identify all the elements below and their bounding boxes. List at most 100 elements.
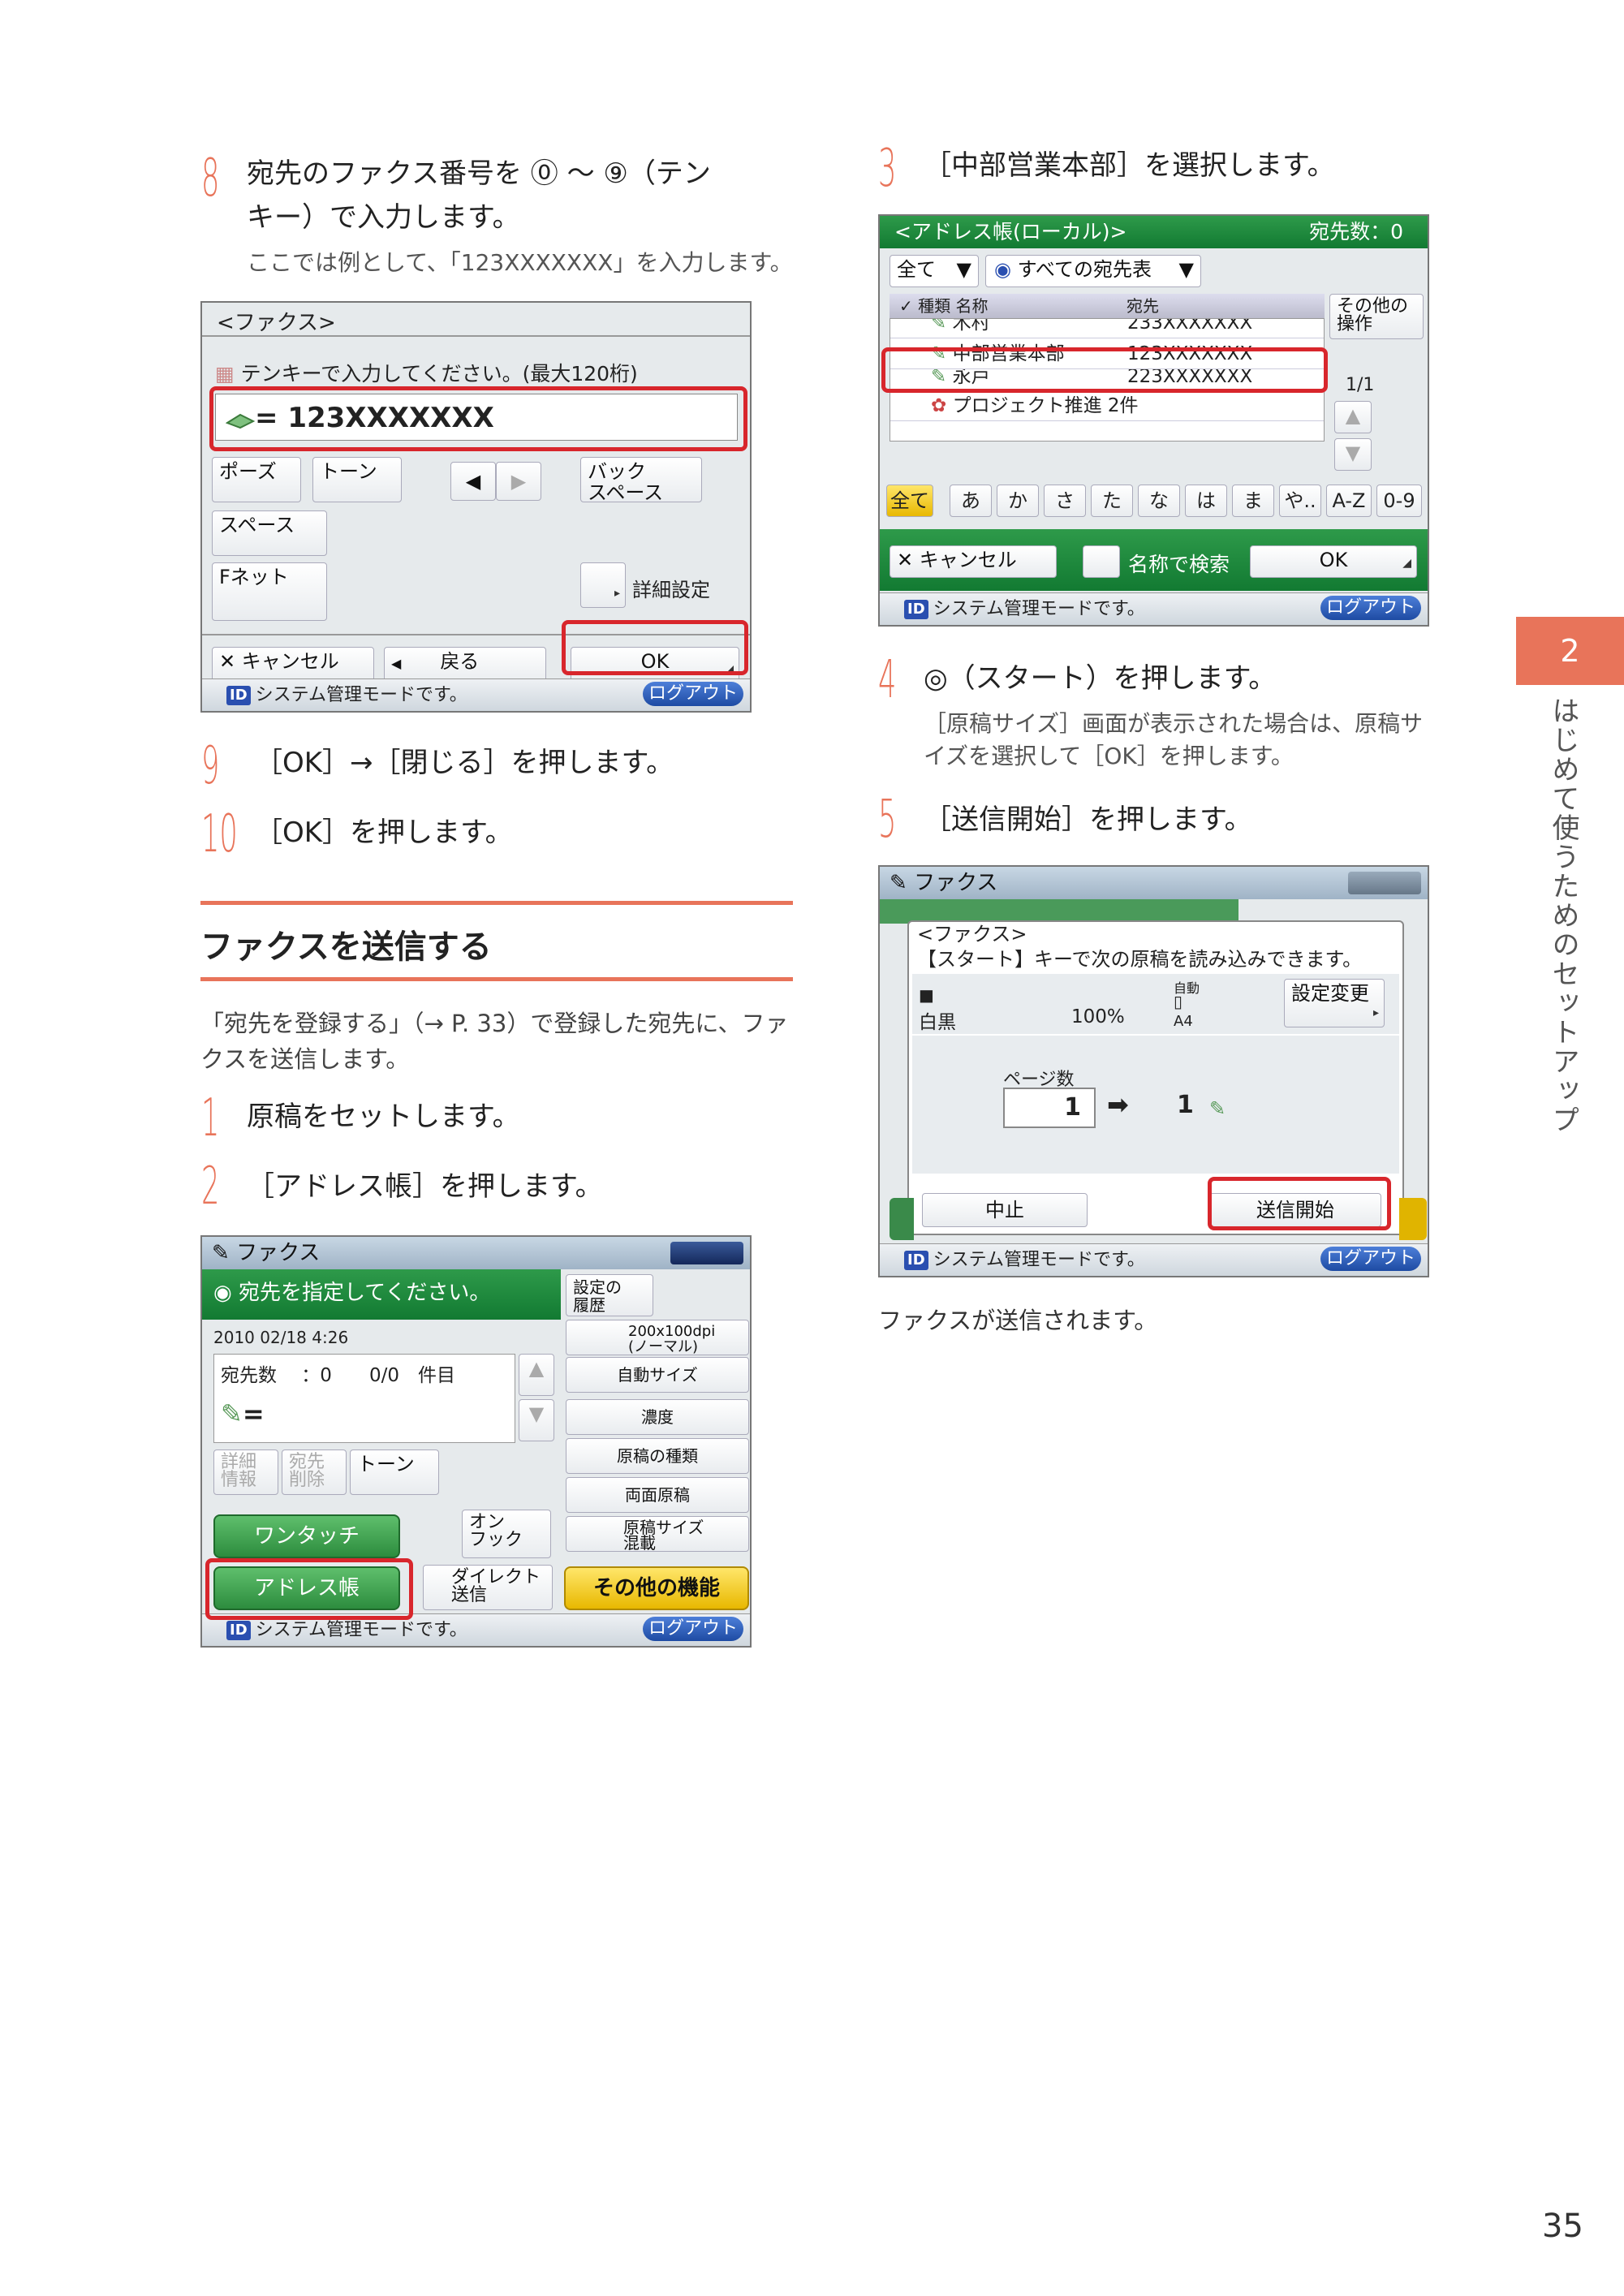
- triangle-down-icon: ▼: [1345, 442, 1361, 464]
- ok-button[interactable]: OK ◢: [1250, 545, 1417, 578]
- scroll-down-button[interactable]: ▼: [519, 1399, 554, 1441]
- step-4-text: ◎（スタート）を押します。: [924, 662, 1277, 695]
- logout-button[interactable]: ログアウト: [643, 1617, 743, 1641]
- paper-size: A4: [1174, 1013, 1193, 1030]
- cursor-right-button[interactable]: ▶: [496, 462, 541, 501]
- color-mode: 白黒: [919, 1012, 956, 1033]
- section-rule-top: [200, 901, 793, 905]
- dialog-message: 【スタート】キーで次の原稿を読み込みできます。: [917, 948, 1363, 971]
- backspace-button[interactable]: バック スペース: [580, 457, 702, 503]
- address-list-select[interactable]: ◉ すべての宛先表 ▼: [985, 255, 1201, 287]
- destination-count: 宛先数 ：0 0/0 件目: [221, 1365, 455, 1386]
- destination-field[interactable]: ✎=: [221, 1398, 265, 1429]
- chevron-down-icon: ▼: [1178, 258, 1194, 281]
- tone-button[interactable]: トーン: [312, 457, 402, 502]
- step-8-text-1: 宛先のファクス番号を ⓪ ～ ⑨（テン: [247, 157, 711, 190]
- highlight-number-field: [209, 386, 747, 451]
- search-by-name-checkbox[interactable]: [1083, 545, 1120, 578]
- screen-title: <ファクス>: [217, 311, 336, 335]
- detail-setting-label: 詳細設定: [632, 579, 710, 601]
- column-header: ✓ 種類 名称 宛先: [890, 294, 1325, 318]
- list-item[interactable]: ✎ 木村 233XXXXXXX: [890, 319, 1324, 338]
- id-icon: ID: [226, 686, 251, 705]
- triangle-down-icon: ▼: [528, 1402, 545, 1425]
- check-icon: ✓: [899, 296, 913, 316]
- section-rule-bottom: [200, 977, 793, 981]
- original-type-button[interactable]: 原稿の種類: [566, 1438, 749, 1474]
- step-9-number: 9: [201, 736, 220, 796]
- settings-history-button[interactable]: 設定の 履歴: [566, 1274, 653, 1316]
- duplex-original-button[interactable]: 両面原稿: [566, 1477, 749, 1513]
- job-status-icon[interactable]: [1348, 872, 1421, 894]
- cancel-button[interactable]: ✕ キャンセル: [890, 545, 1057, 578]
- highlight-address-book: [205, 1558, 413, 1620]
- step-9-text: ［OK］→［閉じる］を押します。: [255, 747, 674, 779]
- logout-button[interactable]: ログアウト: [1320, 596, 1421, 620]
- id-icon: ID: [904, 1251, 928, 1270]
- pages-scanned: 1: [1003, 1088, 1096, 1128]
- space-button[interactable]: スペース: [212, 510, 327, 556]
- page-indicator: 1/1: [1346, 375, 1375, 395]
- chevron-down-icon: ▼: [956, 258, 971, 281]
- index-key-09[interactable]: 0-9: [1376, 485, 1422, 517]
- index-key-ta[interactable]: た: [1091, 485, 1133, 517]
- arrow-left-icon: ◀: [465, 470, 481, 493]
- detail-setting-button[interactable]: ▸: [580, 562, 626, 608]
- index-key-sa[interactable]: さ: [1044, 485, 1086, 517]
- index-key-az[interactable]: A-Z: [1326, 485, 1372, 517]
- index-key-ya[interactable]: や..: [1279, 485, 1321, 517]
- mixed-size-button[interactable]: 原稿サイズ 混載: [566, 1516, 749, 1552]
- onhook-button[interactable]: オン フック: [462, 1510, 551, 1558]
- list-item[interactable]: ✿ プロジェクト推進 2件: [890, 390, 1324, 421]
- tone-button[interactable]: トーン: [350, 1450, 439, 1495]
- id-icon: ID: [904, 600, 928, 619]
- detail-info-button[interactable]: 詳細 情報: [213, 1450, 278, 1495]
- title-bar: ✎ ファクス: [880, 867, 1428, 899]
- paper-icon: ▯: [1174, 992, 1183, 1011]
- index-key-na[interactable]: な: [1138, 485, 1180, 517]
- index-key-ma[interactable]: ま: [1232, 485, 1274, 517]
- color-mode-icon: ■: [919, 985, 934, 1005]
- datetime: 2010 02/18 4:26: [213, 1328, 349, 1347]
- chapter-tab: 2: [1516, 617, 1624, 685]
- job-status-icon[interactable]: [670, 1242, 743, 1264]
- scroll-down-button[interactable]: ▼: [1334, 438, 1372, 471]
- auto-size-button[interactable]: 自動サイズ: [566, 1357, 749, 1393]
- info-icon: ◉: [213, 1281, 232, 1305]
- search-by-name-label: 名称で検索: [1128, 553, 1230, 576]
- stop-button[interactable]: 中止: [922, 1193, 1088, 1227]
- change-settings-button[interactable]: 設定変更 ▸: [1284, 979, 1385, 1027]
- onetouch-button[interactable]: ワンタッチ: [213, 1514, 400, 1558]
- address-book-screen: <アドレス帳(ローカル)> 宛先数：0 全て ▼ ◉ すべての宛先表 ▼ ✓ 種類 名…: [878, 214, 1429, 627]
- filter-select[interactable]: 全て ▼: [890, 255, 979, 287]
- index-key-a[interactable]: あ: [950, 485, 992, 517]
- scroll-up-button[interactable]: ▲: [1334, 401, 1372, 433]
- destination-count: 宛先数：0: [1309, 220, 1403, 243]
- index-key-all[interactable]: 全て: [886, 485, 933, 517]
- index-key-ka[interactable]: か: [997, 485, 1039, 517]
- resolution-button[interactable]: 200x100dpi (ノーマル): [566, 1320, 749, 1355]
- section-body-1: 「宛先を登録する」（→ P. 33）で登録した宛先に、ファ: [200, 1010, 789, 1037]
- fnet-button[interactable]: Fネット: [212, 562, 327, 621]
- keypad-icon: ▦: [215, 362, 235, 386]
- delete-destination-button[interactable]: 宛先 削除: [282, 1450, 347, 1495]
- other-operations-button[interactable]: その他の 操作: [1329, 294, 1424, 339]
- step-2-text: ［アドレス帳］を押します。: [247, 1170, 603, 1203]
- pause-button[interactable]: ポーズ: [212, 457, 301, 502]
- step-10-text: ［OK］を押します。: [255, 816, 513, 849]
- highlight-ok-button: [562, 620, 748, 675]
- other-functions-button[interactable]: その他の機能: [564, 1566, 749, 1610]
- direct-send-button[interactable]: ダイレクト 送信: [423, 1565, 553, 1610]
- logout-button[interactable]: ログアウト: [643, 682, 743, 706]
- triangle-up-icon: ▲: [528, 1357, 545, 1380]
- index-key-ha[interactable]: は: [1185, 485, 1227, 517]
- arrow-right-icon: ▶: [510, 470, 527, 493]
- step-1-number: 1: [201, 1088, 220, 1148]
- logout-button[interactable]: ログアウト: [1320, 1247, 1421, 1271]
- cursor-left-button[interactable]: ◀: [450, 462, 496, 501]
- density-button[interactable]: 濃度: [566, 1399, 749, 1435]
- scroll-up-button[interactable]: ▲: [519, 1354, 554, 1396]
- step-4-note-1: ［原稿サイズ］画面が表示された場合は、原稿サ: [924, 710, 1424, 737]
- step-3-text: ［中部営業本部］を選択します。: [924, 149, 1335, 182]
- step-5-number: 5: [878, 790, 897, 850]
